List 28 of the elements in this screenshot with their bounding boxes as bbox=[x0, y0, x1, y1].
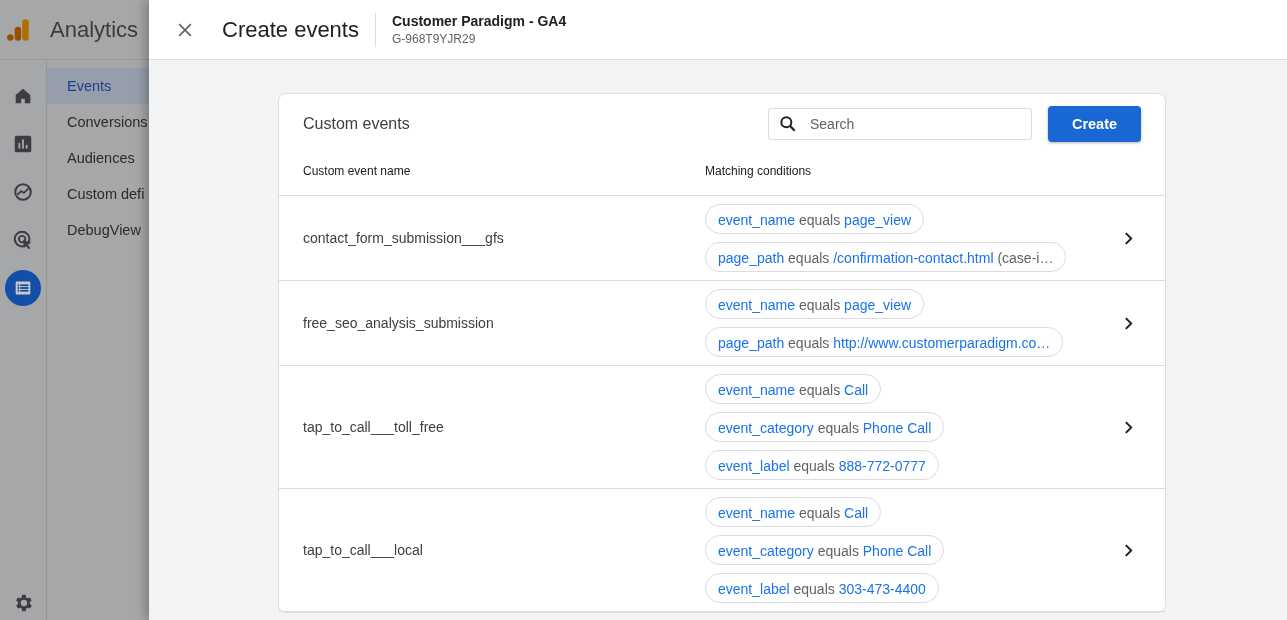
event-name: tap_to_call___toll_free bbox=[303, 419, 445, 435]
cursor-target-icon bbox=[12, 229, 34, 251]
chevron-right-icon[interactable] bbox=[1124, 420, 1133, 434]
bar-chart-icon bbox=[12, 133, 34, 155]
search-field[interactable]: Search bbox=[768, 108, 1032, 140]
property-id: G-968T9YJR29 bbox=[391, 32, 477, 46]
search-icon bbox=[778, 114, 798, 134]
nav-item[interactable]: Conversions bbox=[47, 104, 149, 140]
analytics-logo-icon bbox=[6, 16, 32, 43]
chevron-right-icon[interactable] bbox=[1124, 316, 1133, 330]
column-header: Matching conditions bbox=[705, 163, 812, 178]
event-name: tap_to_call___local bbox=[303, 542, 424, 558]
event-name: contact_form_submission___gfs bbox=[303, 230, 505, 246]
property-name: Customer Paradigm - GA4 bbox=[391, 13, 567, 29]
app-title: Analytics bbox=[50, 16, 139, 43]
list-nav-button[interactable] bbox=[5, 270, 41, 306]
chevron-right-icon[interactable] bbox=[1124, 543, 1133, 557]
trend-chart-icon bbox=[12, 181, 34, 203]
chevron-right-icon[interactable] bbox=[1124, 231, 1133, 245]
nav-item[interactable]: Events bbox=[47, 68, 149, 104]
column-header: Custom event name bbox=[303, 163, 412, 178]
panel-title: Create events bbox=[222, 16, 359, 43]
nav-item[interactable]: Custom defi bbox=[47, 176, 149, 212]
nav-item[interactable]: Audiences bbox=[47, 140, 149, 176]
create-button[interactable]: Create bbox=[1048, 106, 1141, 142]
event-name: free_seo_analysis_submission bbox=[303, 315, 495, 331]
nav-item[interactable]: DebugView bbox=[47, 212, 149, 248]
card-title: Custom events bbox=[303, 115, 411, 133]
